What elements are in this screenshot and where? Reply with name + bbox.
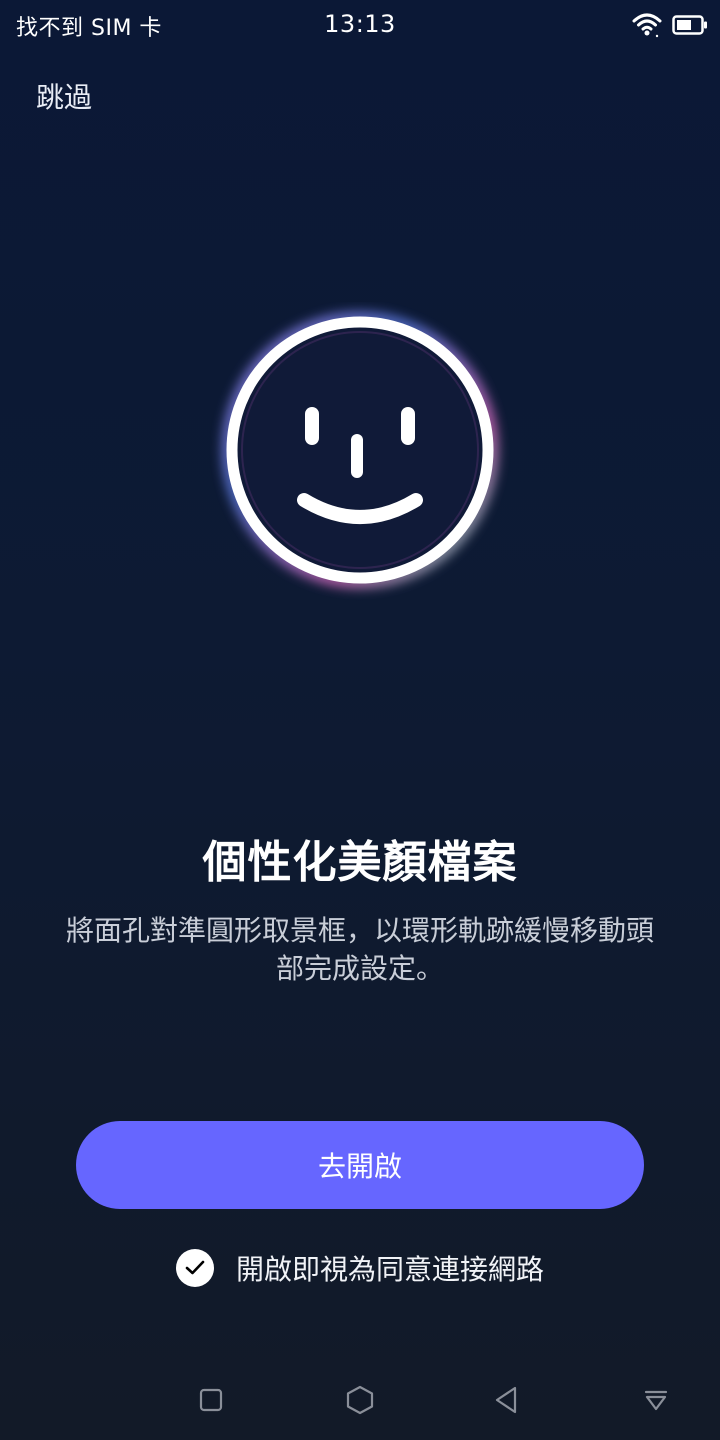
clock: 13:13 (324, 10, 396, 38)
consent-row: 開啟即視為同意連接網路 (0, 1248, 720, 1288)
status-icons (632, 12, 708, 42)
smiley-face-icon (223, 313, 497, 587)
notification-down-icon (644, 1390, 668, 1411)
home-button[interactable] (340, 1380, 380, 1420)
consent-label: 開啟即視為同意連接網路 (235, 1253, 544, 1286)
status-bar: 找不到 SIM 卡 13:13 (0, 0, 720, 52)
checkmark-icon (185, 1260, 205, 1275)
square-icon (199, 1388, 223, 1412)
enable-button[interactable]: 去開啟 (76, 1121, 644, 1209)
face-scan-ring (210, 302, 510, 602)
hexagon-icon (346, 1385, 374, 1415)
enable-button-label: 去開啟 (317, 1150, 402, 1183)
system-nav-bar (0, 1360, 720, 1440)
skip-button[interactable]: 跳過 (36, 76, 92, 116)
notification-pull-button[interactable] (636, 1380, 676, 1420)
consent-checkbox[interactable] (175, 1249, 214, 1287)
page-description: 將面孔對準圓形取景框，以環形軌跡緩慢移動頭部完成設定。 (65, 914, 654, 985)
recent-apps-button[interactable] (191, 1380, 231, 1420)
back-button[interactable] (486, 1380, 526, 1420)
page-title: 個性化美顏檔案 (202, 837, 518, 888)
back-triangle-icon (495, 1386, 517, 1414)
battery-icon (672, 14, 708, 40)
wifi-icon (632, 12, 662, 42)
